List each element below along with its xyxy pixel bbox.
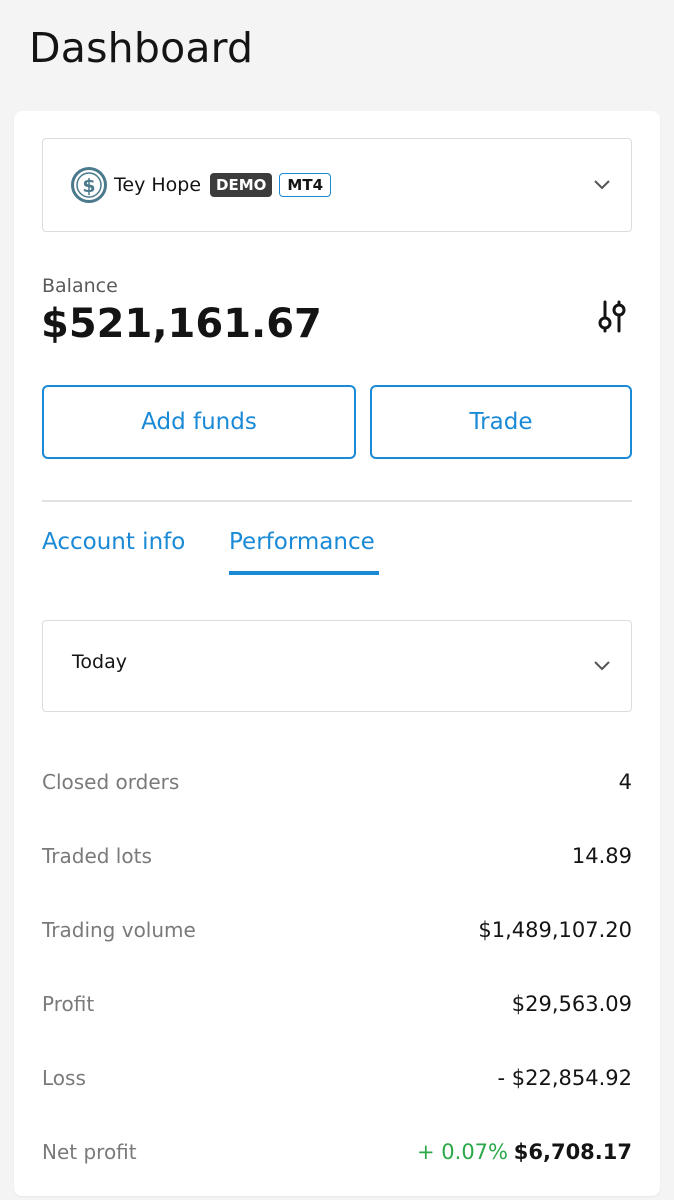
stat-label: Traded lots [42, 844, 152, 868]
stat-value: 14.89 [571, 844, 632, 868]
tab-active-indicator [229, 571, 379, 575]
chevron-down-icon [593, 658, 611, 674]
stat-row-trading-volume: Trading volume $1,489,107.20 [42, 918, 632, 948]
stat-label: Closed orders [42, 770, 180, 794]
dollar-circle-icon: $ [70, 166, 108, 204]
stat-row-closed-orders: Closed orders 4 [42, 770, 632, 800]
divider [42, 500, 632, 502]
account-name: Tey Hope [114, 174, 202, 196]
tab-account-info[interactable]: Account info [42, 529, 185, 555]
stat-value: $1,489,107.20 [478, 918, 632, 942]
add-funds-button[interactable]: Add funds [42, 385, 356, 459]
stat-label: Loss [42, 1066, 86, 1090]
dashboard-card: $ Tey Hope DEMO MT4 Balance $521,161.67 … [14, 111, 660, 1196]
stat-row-traded-lots: Traded lots 14.89 [42, 844, 632, 874]
stat-value: - $22,854.92 [497, 1066, 633, 1090]
svg-text:$: $ [82, 175, 95, 197]
demo-badge: DEMO [210, 173, 273, 197]
stat-label: Net profit [42, 1140, 137, 1164]
account-selector[interactable]: $ Tey Hope DEMO MT4 [42, 138, 632, 232]
platform-badge: MT4 [279, 173, 332, 197]
tab-performance[interactable]: Performance [229, 529, 375, 555]
net-profit-percent: + 0.07% [417, 1140, 508, 1164]
period-selector[interactable]: Today [42, 620, 632, 712]
balance-value: $521,161.67 [41, 301, 322, 347]
chevron-down-icon [593, 177, 611, 193]
sliders-icon[interactable] [596, 298, 628, 334]
stat-row-loss: Loss - $22,854.92 [42, 1066, 632, 1096]
balance-label: Balance [42, 275, 118, 297]
net-profit-value: $6,708.17 [513, 1140, 632, 1164]
stat-label: Trading volume [42, 918, 196, 942]
stat-value: 4 [618, 770, 632, 794]
period-value: Today [72, 651, 127, 673]
stat-row-profit: Profit $29,563.09 [42, 992, 632, 1022]
page-title: Dashboard [29, 24, 254, 72]
stat-row-net-profit: Net profit + 0.07% $6,708.17 [42, 1140, 632, 1170]
stat-value: $29,563.09 [511, 992, 632, 1016]
trade-button[interactable]: Trade [370, 385, 632, 459]
stat-label: Profit [42, 992, 95, 1016]
